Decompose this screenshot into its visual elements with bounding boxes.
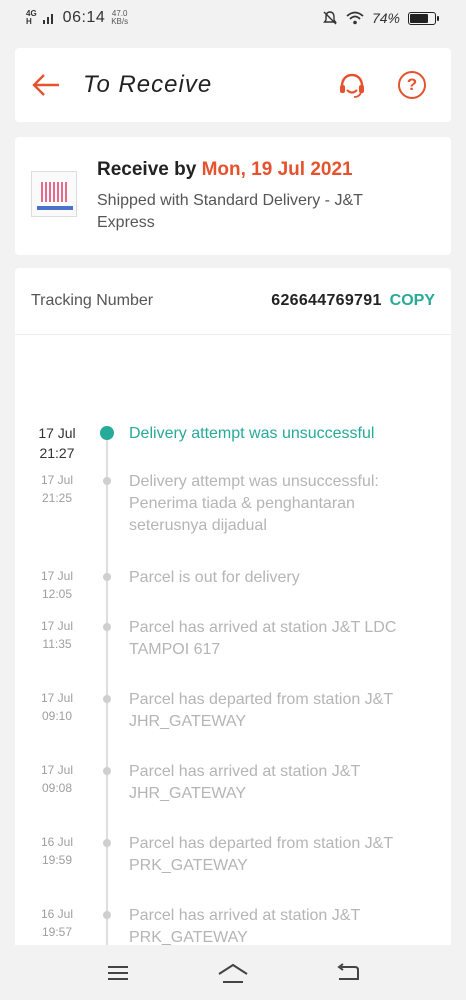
event-timestamp: 17 Jul 11:35 — [31, 617, 83, 653]
event-date: 17 Jul — [40, 619, 74, 633]
event-date: 16 Jul — [40, 835, 74, 849]
battery-percent: 74% — [371, 10, 400, 26]
help-icon[interactable]: ? — [397, 70, 427, 100]
event-description: Parcel has arrived at station J&T LDC TA… — [129, 619, 397, 658]
system-nav-bar — [0, 945, 466, 1000]
event-description: Parcel has arrived at station J&T JHR_GA… — [129, 763, 360, 802]
arrow-left-icon[interactable] — [31, 70, 61, 100]
receive-by-line: Receive by Mon, 19 Jul 2021 — [97, 159, 417, 181]
timeline-dot — [103, 695, 111, 703]
clock: 06:14 — [62, 9, 106, 26]
delivery-details: Receive by Mon, 19 Jul 2021 Shipped with… — [97, 159, 417, 255]
tracking-number-label: Tracking Number — [31, 292, 154, 309]
tracking-header: Tracking Number 626644769791 COPY — [15, 268, 451, 335]
event-description: Delivery attempt was unsuccessful: Pener… — [129, 473, 379, 534]
event-timestamp: 17 Jul 12:05 — [31, 567, 83, 603]
page-header: To Receive ? — [15, 48, 451, 122]
home-icon[interactable] — [216, 958, 250, 988]
network-type-bottom: H — [26, 17, 32, 26]
event-date: 17 Jul — [40, 691, 74, 705]
network-indicator: 4G H — [26, 10, 37, 26]
timeline-dot — [103, 911, 111, 919]
event-time: 11:35 — [42, 637, 72, 651]
tracking-number: 626644769791 — [271, 292, 382, 309]
timeline-dot — [103, 839, 111, 847]
timeline-dot — [103, 477, 111, 485]
mute-bell-icon — [323, 11, 337, 25]
event-timestamp: 17 Jul 21:27 — [31, 423, 83, 463]
battery-fill — [410, 13, 428, 23]
event-time: 09:08 — [41, 781, 73, 795]
event-time: 21:25 — [41, 491, 73, 505]
product-thumbnail — [31, 171, 77, 217]
event-date: 17 Jul — [40, 473, 74, 487]
event-time: 21:27 — [39, 445, 75, 461]
status-left: 4G H 06:14 47.0 KB/s — [26, 9, 128, 27]
menu-icon[interactable] — [101, 958, 135, 988]
event-date: 17 Jul — [38, 425, 76, 441]
receive-by-label: Receive by — [97, 159, 197, 180]
event-time: 19:57 — [41, 925, 73, 939]
event-description: Parcel has arrived at station J&T PRK_GA… — [129, 907, 360, 946]
signal-icon — [42, 14, 53, 24]
timeline-dot-active — [100, 426, 114, 440]
event-time: 09:10 — [41, 709, 73, 723]
event-time: 19:59 — [41, 853, 73, 867]
battery-icon — [408, 11, 439, 25]
event-timestamp: 16 Jul 19:59 — [31, 833, 83, 869]
event-time: 12:05 — [41, 587, 73, 601]
copy-button[interactable]: COPY — [390, 292, 435, 310]
status-bar: 4G H 06:14 47.0 KB/s 74% — [0, 0, 466, 36]
timeline-dot — [103, 623, 111, 631]
tracking-card: Tracking Number 626644769791 COPY 17 Jul… — [15, 268, 451, 958]
header-actions: ? — [337, 70, 427, 100]
wifi-icon — [346, 11, 364, 25]
event-description: Parcel has departed from station J&T JHR… — [129, 691, 393, 730]
network-speed: 47.0 KB/s — [111, 10, 128, 26]
status-right: 74% — [322, 10, 439, 26]
event-description: Parcel has departed from station J&T PRK… — [129, 835, 393, 874]
event-date: 17 Jul — [40, 569, 74, 583]
event-timestamp: 17 Jul 09:10 — [31, 689, 83, 725]
event-timestamp: 17 Jul 09:08 — [31, 761, 83, 797]
headset-icon[interactable] — [337, 70, 367, 100]
event-timestamp: 16 Jul 19:57 — [31, 905, 83, 941]
delivery-card: Receive by Mon, 19 Jul 2021 Shipped with… — [15, 137, 451, 255]
network-speed-unit: KB/s — [111, 17, 129, 26]
event-description: Delivery attempt was unsuccessful — [129, 425, 375, 442]
timeline-dot — [103, 573, 111, 581]
event-description: Parcel is out for delivery — [129, 569, 300, 586]
event-date: 16 Jul — [40, 907, 74, 921]
receive-by-date: Mon, 19 Jul 2021 — [201, 159, 353, 180]
page-title: To Receive — [83, 71, 213, 98]
tracking-number-group: 626644769791 COPY — [271, 292, 435, 310]
help-glyph: ? — [398, 71, 426, 99]
event-timestamp: 17 Jul 21:25 — [31, 471, 83, 507]
timeline-line — [106, 430, 108, 958]
shipping-method: Shipped with Standard Delivery - J&T Exp… — [97, 192, 363, 231]
event-date: 17 Jul — [40, 763, 74, 777]
back-nav-icon[interactable] — [331, 958, 365, 988]
timeline-dot — [103, 767, 111, 775]
